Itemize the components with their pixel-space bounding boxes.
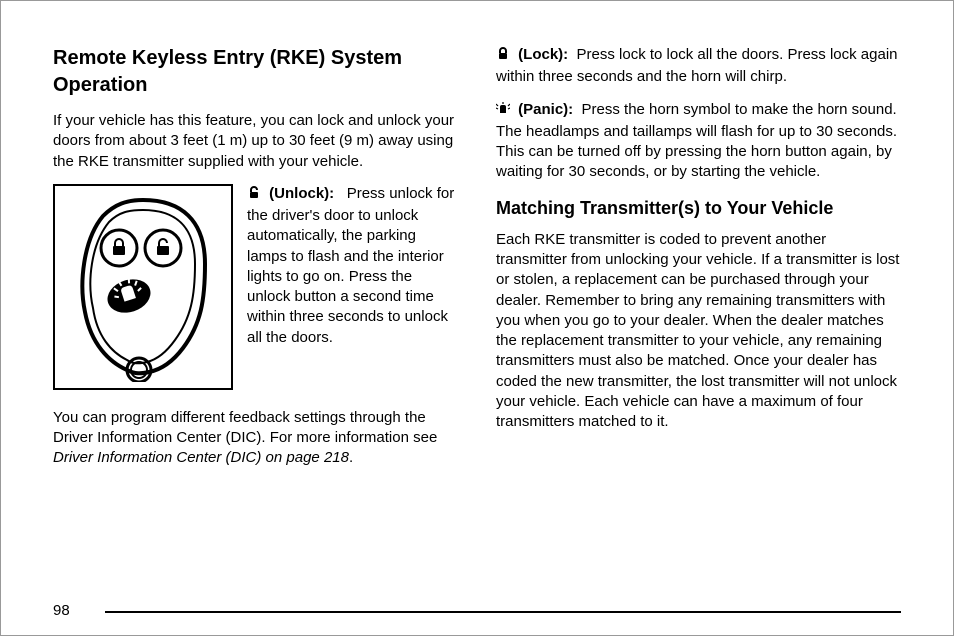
lock-label: (Lock): — [518, 46, 568, 63]
page-footer: 98 — [53, 611, 901, 613]
footer-rule — [105, 611, 901, 613]
unlock-label: (Unlock): — [269, 185, 334, 202]
manual-page: Remote Keyless Entry (RKE) System Operat… — [0, 0, 954, 636]
intro-paragraph: If your vehicle has this feature, you ca… — [53, 111, 458, 172]
section-heading: Remote Keyless Entry (RKE) System Operat… — [53, 45, 458, 99]
panic-paragraph: (Panic): Press the horn symbol to make t… — [496, 100, 901, 183]
unlock-paragraph: (Unlock): Press unlock for the driver's … — [247, 184, 458, 390]
key-fob-icon — [63, 192, 223, 382]
left-column: Remote Keyless Entry (RKE) System Operat… — [53, 45, 458, 565]
lock-closed-icon — [496, 47, 510, 67]
horn-panic-icon — [496, 102, 510, 122]
dic-paragraph: You can program different feedback setti… — [53, 408, 458, 469]
right-column: (Lock): Press lock to lock all the doors… — [496, 45, 901, 565]
dic-reference: Driver Information Center (DIC) on page … — [53, 449, 349, 466]
two-column-layout: Remote Keyless Entry (RKE) System Operat… — [53, 45, 901, 565]
panic-label: (Panic): — [518, 101, 573, 118]
page-number: 98 — [53, 602, 70, 619]
dic-text-a: You can program different feedback setti… — [53, 409, 437, 446]
key-fob-illustration — [53, 184, 233, 390]
lock-paragraph: (Lock): Press lock to lock all the doors… — [496, 45, 901, 88]
matching-paragraph: Each RKE transmitter is coded to prevent… — [496, 230, 901, 433]
subsection-heading: Matching Transmitter(s) to Your Vehicle — [496, 197, 901, 220]
unlock-open-icon — [247, 186, 261, 206]
dic-text-b: . — [349, 449, 353, 466]
unlock-body: Press unlock for the driver's door to un… — [247, 185, 454, 346]
fob-figure-row: (Unlock): Press unlock for the driver's … — [53, 184, 458, 390]
